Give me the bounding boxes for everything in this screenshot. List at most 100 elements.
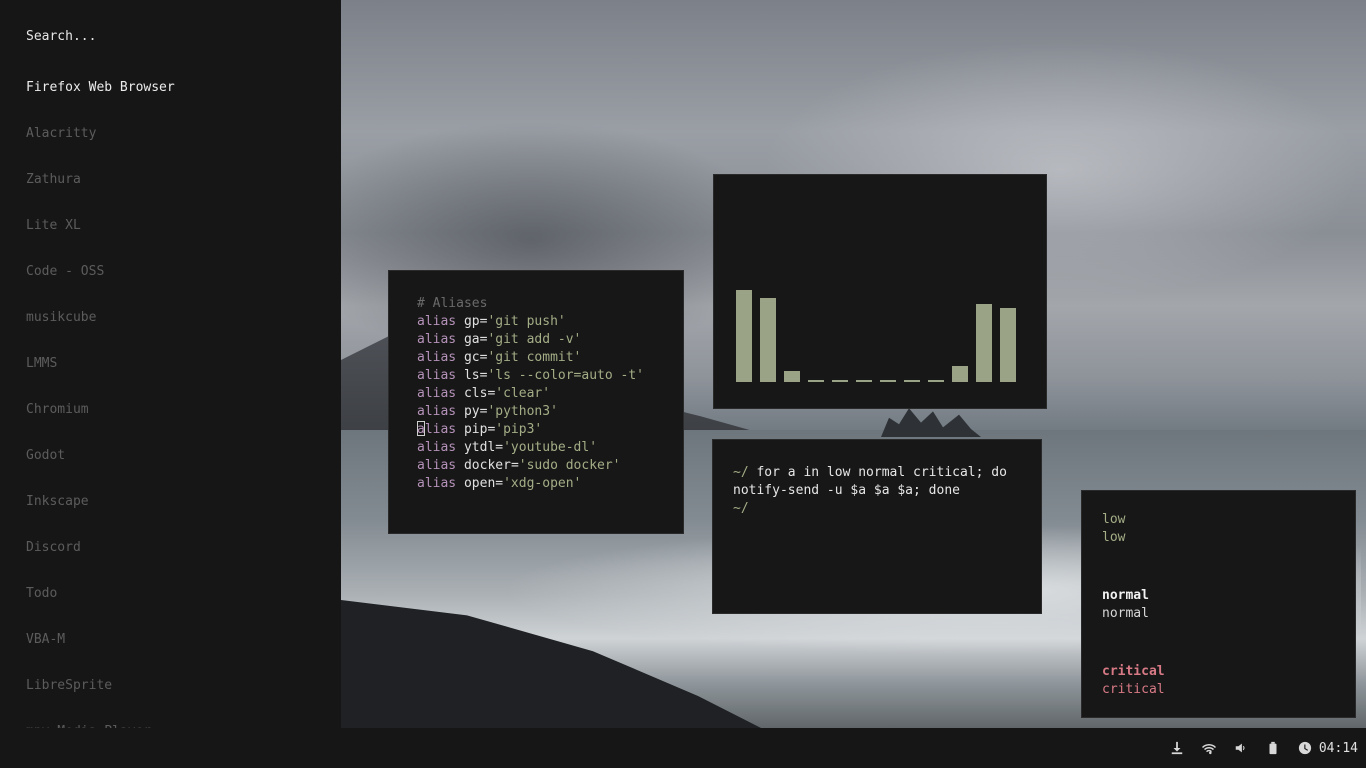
system-tray: 04:14 [1153,728,1358,768]
visualizer-bar [976,304,992,382]
battery-icon[interactable] [1265,740,1281,756]
launcher-app-item[interactable]: Discord [26,540,175,586]
alias-name: cls [463,386,488,401]
launcher-app-item[interactable]: Inkscape [26,494,175,540]
alias-line: alias open='xdg-open' [417,476,581,491]
alias-name: pip [463,422,488,437]
taskbar: 04:14 [0,728,1366,768]
notification-summary: low [1102,512,1126,527]
visualizer-bar [736,290,752,382]
alias-value: 'pip3' [495,422,543,437]
aliases-terminal-window[interactable]: # Aliases alias gp='git push' alias ga='… [388,270,684,534]
alias-equals: = [495,476,504,491]
visualizer-bar [808,380,824,382]
alias-name: gc [463,350,480,365]
launcher-search-input[interactable] [26,26,316,46]
alias-line: alias ga='git add -v' [417,332,581,347]
alias-name: ytdl [463,440,496,455]
alias-line: alias docker='sudo docker' [417,458,621,473]
shell-command-line-2: notify-send -u $a $a $a; done [733,483,960,498]
audio-visualizer-window[interactable] [713,174,1047,409]
alias-keyword: alias [417,404,457,419]
alias-keyword: alias [417,368,457,383]
alias-value: 'youtube-dl' [503,440,598,455]
alias-equals: = [510,458,519,473]
visualizer-bar [880,380,896,382]
alias-value: 'git add -v' [487,332,582,347]
alias-keyword: alias [417,350,457,365]
alias-value: 'git commit' [487,350,582,365]
alias-value: 'python3' [487,404,558,419]
alias-name: ls [463,368,480,383]
alias-line: alias py='python3' [417,404,558,419]
alias-keyword: alias [417,422,457,437]
launcher-app-item[interactable]: Todo [26,586,175,632]
alias-keyword: alias [417,332,457,347]
visualizer-bar [952,366,968,382]
alias-keyword: alias [417,476,457,491]
alias-keyword: alias [417,440,457,455]
download-icon[interactable] [1169,740,1185,756]
volume-icon[interactable] [1233,740,1249,756]
launcher-app-item[interactable]: Alacritty [26,126,175,172]
alias-value: 'git push' [487,314,566,329]
alias-line: alias cls='clear' [417,386,550,401]
launcher-app-list: Firefox Web Browser Alacritty Zathura Lite … [26,80,175,728]
launcher-app-item[interactable]: Firefox Web Browser [26,80,175,126]
aliases-file-content: # Aliases alias gp='git push' alias ga='… [417,295,644,493]
launcher-app-item[interactable]: VBA-M [26,632,175,678]
alias-value: 'xdg-open' [503,476,582,491]
alias-keyword: alias [417,314,457,329]
alias-keyword: alias [417,386,457,401]
alias-name: ga [463,332,480,347]
alias-value: 'ls --color=auto -t' [487,368,644,383]
alias-line: alias ytdl='youtube-dl' [417,440,597,455]
alias-name: gp [463,314,480,329]
visualizer-bars [714,175,1048,410]
launcher-app-item[interactable]: LMMS [26,356,175,402]
wifi-icon[interactable] [1201,740,1217,756]
notification-summary: normal [1102,588,1149,603]
shell-output: ~/ for a in low normal critical; do noti… [733,464,1007,518]
visualizer-bar [832,380,848,382]
alias-name: open [463,476,496,491]
alias-line: alias gp='git push' [417,314,566,329]
launcher-app-item[interactable]: Code - OSS [26,264,175,310]
clock-time[interactable]: 04:14 [1319,741,1358,756]
launcher-app-item[interactable]: LibreSprite [26,678,175,724]
visualizer-bar [760,298,776,382]
visualizer-bar [784,371,800,382]
alias-name: docker [463,458,511,473]
notification-body: normal [1102,606,1149,621]
clock-icon[interactable] [1297,740,1313,756]
launcher-app-item[interactable]: Chromium [26,402,175,448]
alias-equals: = [495,440,504,455]
notification-panel[interactable]: low low normal normal critical critical [1081,490,1356,718]
alias-line: alias pip='pip3' [417,421,543,437]
alias-keyword: alias [417,458,457,473]
alias-line: alias gc='git commit' [417,350,581,365]
notification-critical[interactable]: critical critical [1102,663,1165,699]
shell-prompt-2: ~/ [733,501,749,516]
alias-line: alias ls='ls --color=auto -t' [417,368,644,383]
app-launcher: Firefox Web BrowserAlacrittyZathuraLite … [0,0,341,728]
aliases-comment: # Aliases [417,296,488,311]
launcher-app-item[interactable]: Zathura [26,172,175,218]
notification-body: critical [1102,682,1165,697]
visualizer-bar [928,380,944,382]
visualizer-bar [1000,308,1016,382]
notification-summary: critical [1102,664,1165,679]
visualizer-bar [856,380,872,382]
shell-command-line-1: for a in low normal critical; do [748,465,1007,480]
launcher-app-item[interactable]: musikcube [26,310,175,356]
launcher-app-item[interactable]: Lite XL [26,218,175,264]
alias-value: 'clear' [495,386,551,401]
shell-terminal-window[interactable]: ~/ for a in low normal critical; do noti… [712,439,1042,614]
visualizer-bar [904,380,920,382]
shell-prompt: ~/ [733,465,749,480]
launcher-app-item[interactable]: Godot [26,448,175,494]
notification-normal[interactable]: normal normal [1102,587,1149,623]
alias-value: 'sudo docker' [518,458,621,473]
notification-low[interactable]: low low [1102,511,1125,547]
alias-name: py [463,404,480,419]
